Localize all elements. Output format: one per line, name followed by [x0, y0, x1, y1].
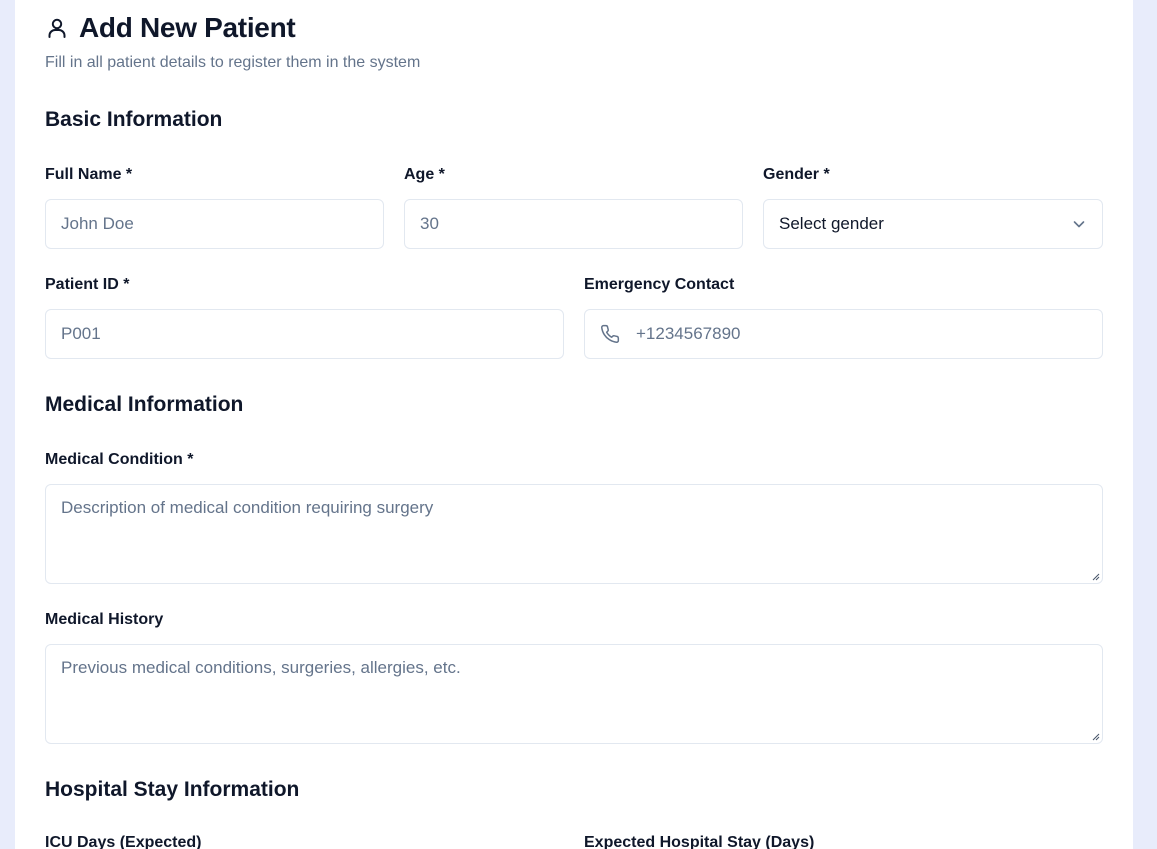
patient-id-field [45, 309, 564, 359]
section-basic-information: Basic Information [45, 108, 223, 131]
resize-grip-icon[interactable] [1090, 571, 1100, 581]
section-hospital-stay-information: Hospital Stay Information [45, 778, 300, 801]
phone-icon [600, 324, 620, 344]
user-icon [45, 16, 69, 40]
gender-select-value: Select gender [779, 214, 884, 233]
title-row: Add New Patient [45, 12, 1103, 44]
patient-id-input[interactable] [61, 324, 548, 344]
patient-id-label: Patient ID * [45, 276, 130, 293]
age-field [404, 199, 743, 249]
medical-condition-textarea[interactable] [46, 485, 1102, 583]
medical-condition-field [45, 484, 1103, 584]
medical-history-label: Medical History [45, 611, 164, 628]
emergency-contact-label: Emergency Contact [584, 276, 735, 293]
resize-grip-icon[interactable] [1090, 731, 1100, 741]
full-name-label: Full Name * [45, 166, 133, 183]
page-subtitle: Fill in all patient details to register … [45, 54, 421, 71]
page-title: Add New Patient [79, 12, 296, 43]
age-input[interactable] [420, 214, 727, 234]
medical-history-textarea[interactable] [46, 645, 1102, 743]
section-medical-information: Medical Information [45, 393, 244, 416]
full-name-field [45, 199, 384, 249]
icu-days-label: ICU Days (Expected) [45, 834, 202, 849]
gender-label: Gender * [763, 166, 830, 183]
medical-history-field [45, 644, 1103, 744]
add-patient-card: Add New Patient Fill in all patient deta… [15, 0, 1133, 849]
hospital-stay-label: Expected Hospital Stay (Days) [584, 834, 815, 849]
full-name-input[interactable] [61, 214, 368, 234]
age-label: Age * [404, 166, 445, 183]
medical-condition-label: Medical Condition * [45, 451, 194, 468]
emergency-contact-input[interactable] [636, 324, 1087, 344]
page-header: Add New Patient Fill in all patient deta… [45, 12, 1103, 72]
gender-select[interactable]: Select gender [763, 199, 1103, 249]
chevron-down-icon [1071, 216, 1087, 232]
emergency-contact-field [584, 309, 1103, 359]
